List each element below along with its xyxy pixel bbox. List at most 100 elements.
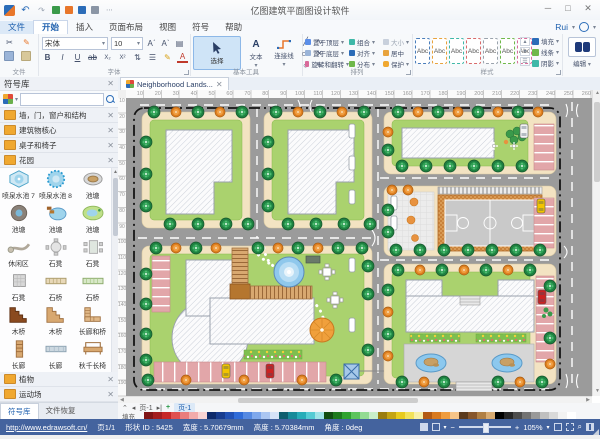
tree[interactable] bbox=[438, 376, 450, 388]
style-swatch[interactable]: Abc bbox=[466, 38, 481, 64]
palette-swatch[interactable] bbox=[315, 412, 324, 419]
symbol-item[interactable]: 喷泉水池 8 bbox=[37, 168, 74, 202]
search-icon[interactable] bbox=[106, 95, 115, 104]
orange-tree[interactable] bbox=[453, 107, 463, 117]
orange-tree[interactable] bbox=[415, 265, 425, 275]
tree[interactable] bbox=[262, 200, 274, 212]
tab-file[interactable]: 文件 bbox=[0, 21, 33, 34]
tree[interactable] bbox=[396, 160, 408, 172]
font-color-icon[interactable]: A bbox=[177, 52, 188, 63]
palette-swatch[interactable] bbox=[243, 412, 252, 419]
find-binoculars-icon[interactable] bbox=[568, 37, 596, 57]
tree[interactable] bbox=[382, 144, 394, 156]
garden-bench[interactable] bbox=[306, 256, 320, 263]
tree[interactable] bbox=[252, 242, 264, 254]
landing[interactable] bbox=[230, 284, 250, 299]
drawing-canvas[interactable] bbox=[126, 98, 592, 396]
zoom-out-icon[interactable]: − bbox=[451, 423, 455, 432]
fit-width-icon[interactable] bbox=[566, 423, 574, 431]
tree[interactable] bbox=[444, 160, 456, 172]
palette-swatch[interactable] bbox=[153, 412, 162, 419]
tree[interactable] bbox=[510, 244, 522, 256]
palette-swatch[interactable] bbox=[189, 412, 198, 419]
tree[interactable] bbox=[190, 242, 202, 254]
tree[interactable] bbox=[338, 218, 350, 230]
arrange-dialog-launcher[interactable] bbox=[406, 70, 411, 75]
palette-swatch[interactable] bbox=[387, 412, 396, 419]
symbol-item[interactable]: 石凳 bbox=[37, 236, 74, 270]
section-close-icon[interactable]: ✕ bbox=[107, 390, 114, 399]
orange-tree[interactable] bbox=[545, 359, 555, 369]
style-swatch[interactable]: Abc bbox=[415, 38, 430, 64]
tree[interactable] bbox=[492, 376, 504, 388]
symbol-item[interactable]: 长廊 bbox=[0, 338, 37, 372]
superscript-button[interactable]: X² bbox=[117, 52, 128, 63]
pond[interactable] bbox=[416, 354, 446, 372]
tree[interactable] bbox=[148, 106, 160, 118]
panel-tab-symbol-library[interactable]: 符号库 bbox=[0, 403, 39, 419]
tab-view[interactable]: 视图 bbox=[151, 21, 184, 34]
send-to-back-button[interactable]: 置于底层▾ bbox=[305, 48, 349, 58]
tree[interactable] bbox=[140, 268, 152, 280]
palette-swatch[interactable] bbox=[513, 412, 522, 419]
palette-swatch[interactable] bbox=[180, 412, 189, 419]
pond[interactable] bbox=[492, 354, 522, 372]
page-tab-active[interactable]: 页-1 bbox=[174, 403, 195, 413]
palette-swatch[interactable] bbox=[288, 412, 297, 419]
bench[interactable] bbox=[349, 258, 355, 272]
palette-swatch[interactable] bbox=[171, 412, 180, 419]
tree[interactable] bbox=[390, 244, 402, 256]
highlight-icon[interactable]: ✎ bbox=[162, 52, 173, 63]
tab-insert[interactable]: 插入 bbox=[68, 21, 101, 34]
flower-bed[interactable] bbox=[244, 350, 302, 359]
orange-tree[interactable] bbox=[413, 107, 423, 117]
orange-tree[interactable] bbox=[171, 243, 181, 253]
symbol-item[interactable]: 池塘 bbox=[37, 202, 74, 236]
orange-tree[interactable] bbox=[215, 107, 225, 117]
palette-swatch[interactable] bbox=[198, 412, 207, 419]
symbol-item[interactable]: 池塘 bbox=[74, 202, 111, 236]
palette-swatch[interactable] bbox=[252, 412, 261, 419]
tree[interactable] bbox=[362, 344, 374, 356]
bench[interactable] bbox=[349, 190, 355, 204]
tree[interactable] bbox=[486, 244, 498, 256]
resize-grip[interactable] bbox=[593, 429, 599, 435]
tree[interactable] bbox=[270, 106, 282, 118]
palette-swatch[interactable] bbox=[558, 412, 567, 419]
tree[interactable] bbox=[382, 204, 394, 216]
paste-icon[interactable] bbox=[21, 51, 31, 61]
section-plants[interactable]: 植物✕ bbox=[0, 372, 118, 387]
font-dialog-launcher[interactable] bbox=[184, 70, 189, 75]
copy-icon[interactable] bbox=[4, 51, 14, 61]
palette-swatch[interactable] bbox=[450, 412, 459, 419]
palette-swatch[interactable] bbox=[270, 412, 279, 419]
style-swatch[interactable]: Abc bbox=[449, 38, 464, 64]
tree[interactable] bbox=[164, 218, 176, 230]
tree[interactable] bbox=[392, 264, 404, 276]
tree[interactable] bbox=[262, 168, 274, 180]
symbol-item[interactable]: 石桥 bbox=[74, 270, 111, 304]
close-button[interactable]: ✕ bbox=[578, 0, 598, 16]
orange-tree[interactable] bbox=[239, 375, 249, 385]
orange-tree[interactable] bbox=[297, 375, 307, 385]
tree[interactable] bbox=[512, 106, 524, 118]
tree[interactable] bbox=[282, 218, 294, 230]
tree[interactable] bbox=[356, 242, 368, 254]
tree[interactable] bbox=[468, 160, 480, 172]
user-dropdown-icon[interactable]: ▾ bbox=[572, 24, 575, 31]
symbol-item[interactable]: 喷泉水池 7 bbox=[0, 168, 37, 202]
bench[interactable] bbox=[349, 124, 355, 138]
tree[interactable] bbox=[392, 106, 404, 118]
section-close-icon[interactable]: ✕ bbox=[107, 126, 114, 135]
bold-button[interactable]: B bbox=[42, 52, 53, 63]
orange-tree[interactable] bbox=[313, 243, 323, 253]
user-name[interactable]: Rui bbox=[555, 22, 568, 32]
symbol-item[interactable]: 木桥 bbox=[37, 304, 74, 338]
symbol-item[interactable]: 石凳 bbox=[0, 270, 37, 304]
text-style-icon[interactable]: ▤ bbox=[174, 38, 185, 49]
library-picker-icon[interactable] bbox=[3, 94, 13, 104]
palette-swatch[interactable] bbox=[441, 412, 450, 419]
entrance-steps[interactable] bbox=[460, 296, 480, 305]
block-5[interactable] bbox=[142, 246, 372, 384]
palette-swatch[interactable] bbox=[414, 412, 423, 419]
